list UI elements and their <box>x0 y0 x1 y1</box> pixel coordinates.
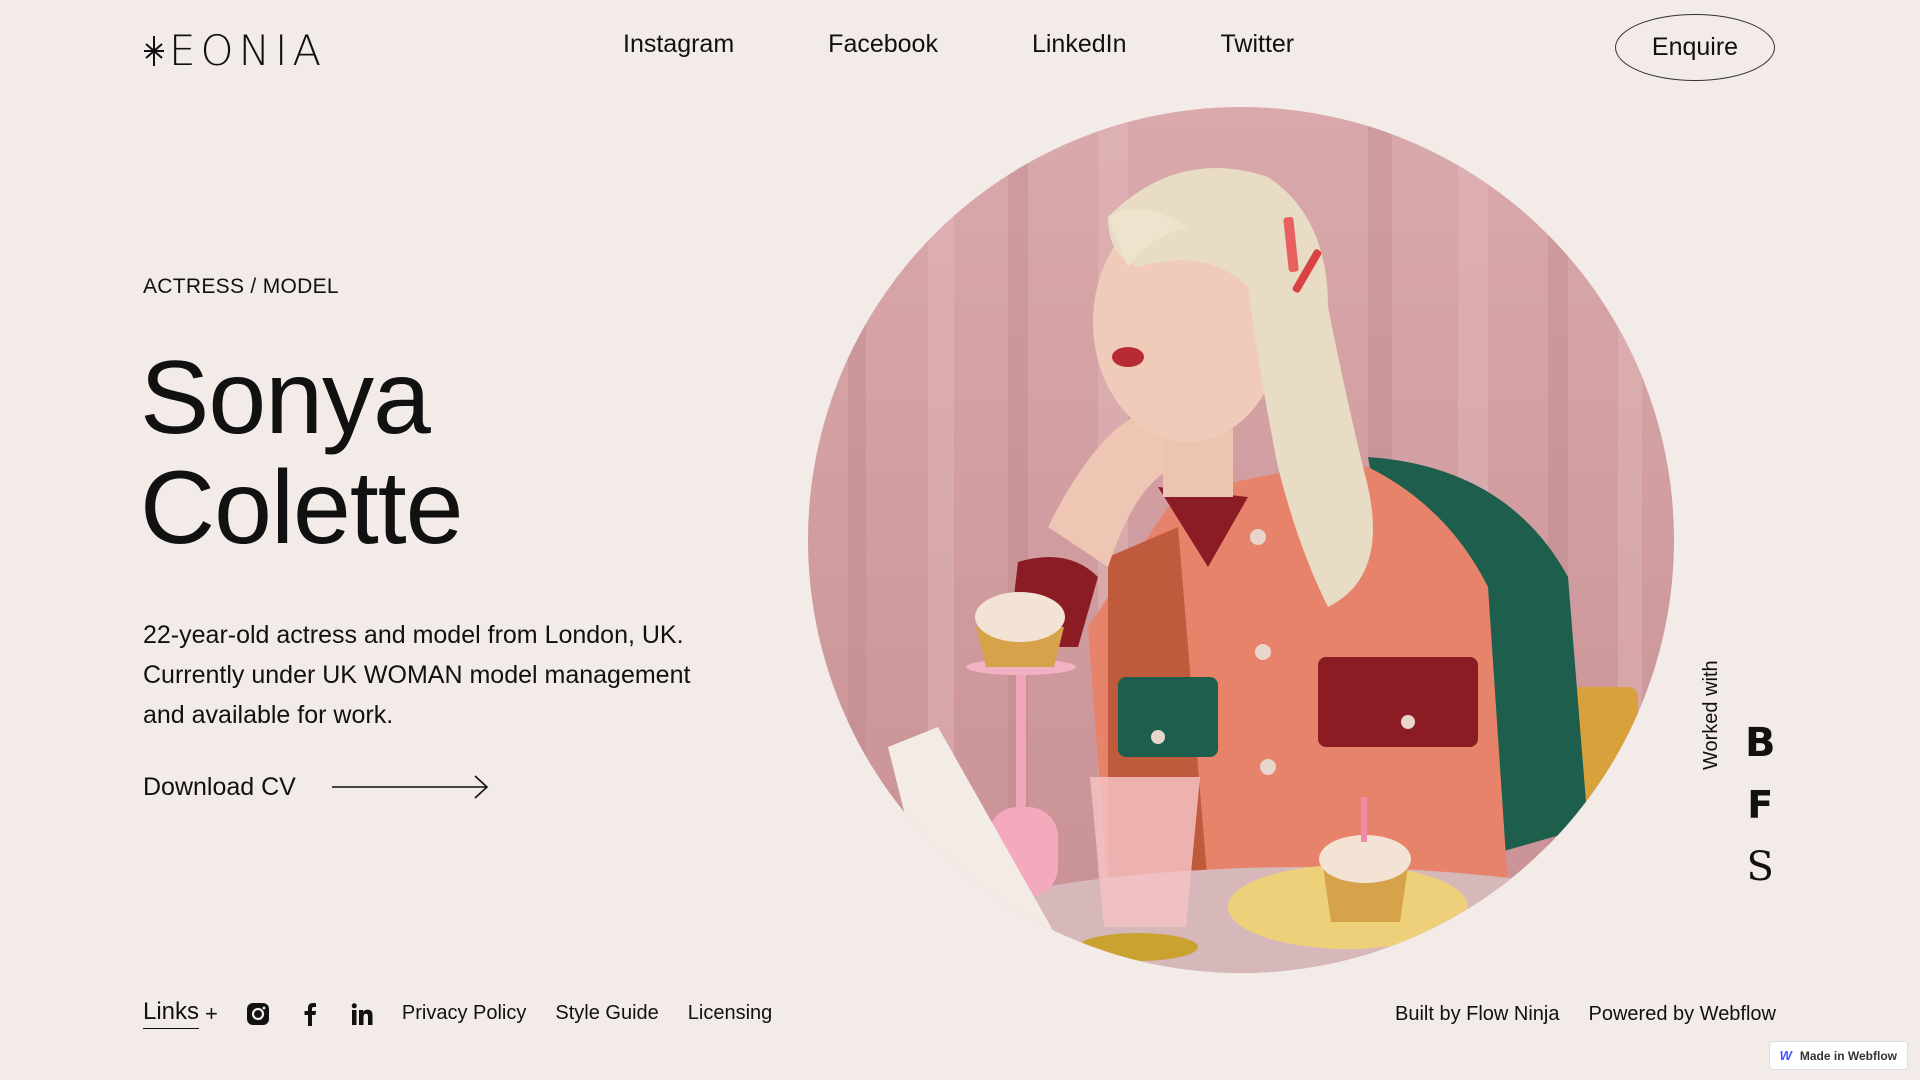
badge-label: Made in Webflow <box>1799 1048 1897 1063</box>
linkedin-icon[interactable] <box>350 1002 374 1026</box>
links-toggle[interactable]: Links <box>143 998 200 1029</box>
logo[interactable]: EONIA <box>143 26 326 75</box>
footer-style-guide[interactable]: Style Guide <box>555 1002 658 1025</box>
brand-logo-s: S <box>1746 844 1774 890</box>
powered-by-link[interactable]: Powered by Webflow <box>1589 1003 1777 1026</box>
logo-text: EONIA <box>169 26 327 75</box>
nav-linkedin[interactable]: LinkedIn <box>1032 30 1127 59</box>
worked-with-label: Worked with <box>1700 660 1722 770</box>
download-cv-link[interactable]: Download CV <box>143 772 490 802</box>
nav-instagram[interactable]: Instagram <box>623 30 734 59</box>
brand-logo-b: B <box>1745 720 1776 766</box>
name-first: Sonya <box>140 340 431 456</box>
enquire-button[interactable]: Enquire <box>1615 14 1775 81</box>
main-nav: Instagram Facebook LinkedIn Twitter <box>623 30 1294 59</box>
built-by-link[interactable]: Built by Flow Ninja <box>1395 1003 1560 1026</box>
facebook-icon[interactable] <box>298 1002 322 1026</box>
eyebrow-text: ACTRESS / MODEL <box>143 275 339 298</box>
footer-licensing[interactable]: Licensing <box>688 1002 773 1025</box>
nav-twitter[interactable]: Twitter <box>1221 30 1295 59</box>
webflow-icon: W <box>1779 1048 1792 1063</box>
hero-portrait-image <box>808 107 1674 973</box>
made-in-webflow-badge[interactable]: W Made in Webflow <box>1768 1041 1908 1070</box>
brand-logo-f: F <box>1747 783 1774 827</box>
instagram-icon[interactable] <box>246 1002 270 1026</box>
plus-icon[interactable]: + <box>205 1001 218 1027</box>
bio-text: 22-year-old actress and model from Londo… <box>143 621 691 729</box>
name-last: Colette <box>140 450 464 566</box>
footer-credits: Built by Flow Ninja Powered by Webflow <box>1395 1003 1776 1026</box>
download-cv-label: Download CV <box>143 772 296 801</box>
footer-links: Links + Privacy Policy Style Guide Licen… <box>143 998 801 1029</box>
star-icon <box>144 35 164 66</box>
footer-privacy-policy[interactable]: Privacy Policy <box>402 1002 526 1025</box>
nav-facebook[interactable]: Facebook <box>828 30 938 59</box>
arrow-right-icon <box>331 775 489 799</box>
page-title: Sonya Colette <box>140 340 464 566</box>
brand-logos: B F S <box>1745 720 1776 890</box>
